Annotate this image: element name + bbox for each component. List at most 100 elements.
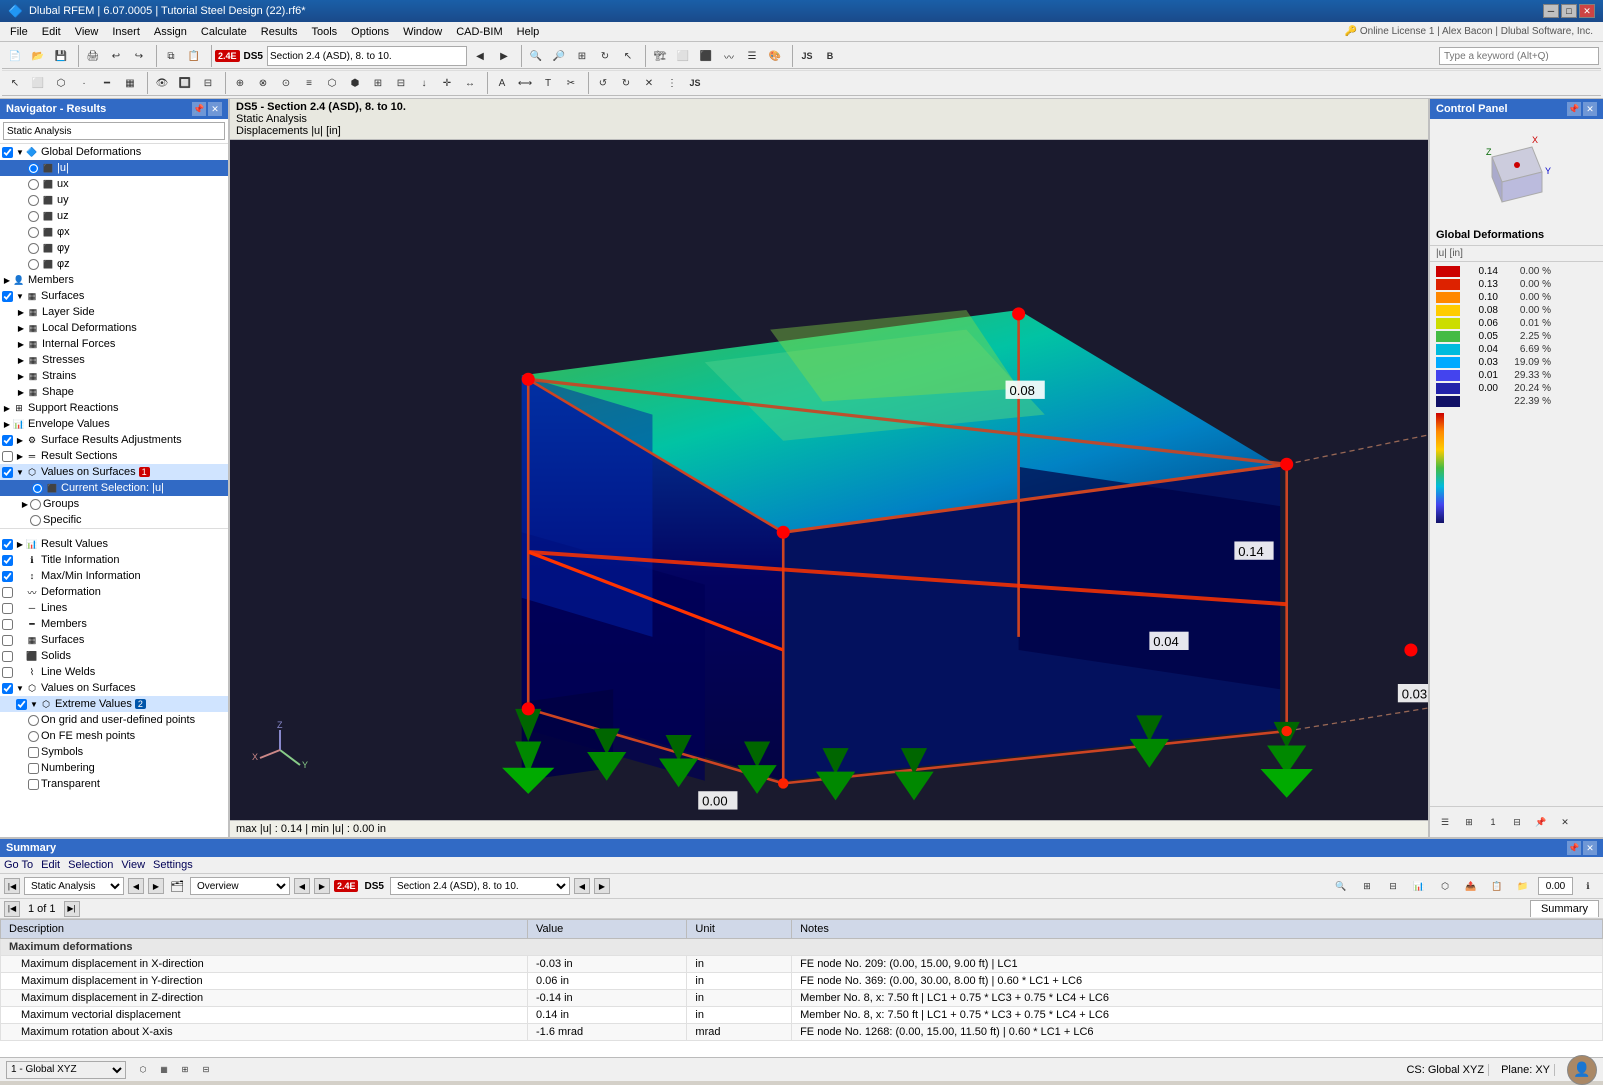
sb-btn-3[interactable]: ⊞ bbox=[176, 1061, 194, 1079]
nav-current-selection[interactable]: ⬛ Current Selection: |u| bbox=[0, 480, 228, 496]
tb-undo[interactable]: ↩ bbox=[105, 45, 127, 67]
nav-radio-ux[interactable] bbox=[28, 179, 39, 190]
tb-redo[interactable]: ↪ bbox=[128, 45, 150, 67]
tb2-more8[interactable]: ⊟ bbox=[390, 72, 412, 94]
tb-save[interactable]: 💾 bbox=[50, 45, 72, 67]
nav-symbols[interactable]: Symbols bbox=[0, 744, 228, 760]
nav-check-result-val[interactable] bbox=[2, 539, 13, 550]
nav-check-values-surf[interactable] bbox=[2, 467, 13, 478]
expander-support[interactable]: ▶ bbox=[2, 404, 12, 413]
tb2-more6[interactable]: ⬢ bbox=[344, 72, 366, 94]
cp-pin-button[interactable]: 📌 bbox=[1567, 102, 1581, 116]
menu-results[interactable]: Results bbox=[255, 24, 304, 40]
nav-uy[interactable]: ⬛ uy bbox=[0, 192, 228, 208]
nav-surfaces[interactable]: ▼ ▦ Surfaces bbox=[0, 288, 228, 304]
sum-btn-6[interactable]: 📤 bbox=[1460, 875, 1482, 897]
sum-btn-5[interactable]: ⬡ bbox=[1434, 875, 1456, 897]
nav-radio-specific[interactable] bbox=[30, 515, 41, 526]
menu-help[interactable]: Help bbox=[511, 24, 546, 40]
nav-specific[interactable]: Specific bbox=[0, 512, 228, 528]
cp-tb-4[interactable]: ⊟ bbox=[1506, 811, 1528, 833]
nav-result-values[interactable]: ▶ 📊 Result Values bbox=[0, 536, 228, 552]
expander-global-def[interactable]: ▼ bbox=[15, 148, 25, 157]
nav-radio-on-grid[interactable] bbox=[28, 715, 39, 726]
sum-nav-next3[interactable]: ▶ bbox=[594, 878, 610, 894]
nav-values-on-surfaces[interactable]: ▼ ⬡ Values on Surfaces 1 bbox=[0, 464, 228, 480]
nav-support-reactions[interactable]: ▶ ⊞ Support Reactions bbox=[0, 400, 228, 416]
bp-pin[interactable]: 📌 bbox=[1567, 841, 1581, 855]
sum-btn-export[interactable]: 📁 bbox=[1512, 875, 1534, 897]
nav-radio-u[interactable] bbox=[28, 163, 39, 174]
menu-cadbim[interactable]: CAD-BIM bbox=[450, 24, 508, 40]
nav-groups[interactable]: ▶ Groups bbox=[0, 496, 228, 512]
expander-internal-forces[interactable]: ▶ bbox=[16, 340, 26, 349]
nav-check-surface-adj[interactable] bbox=[2, 435, 13, 446]
menu-file[interactable]: File bbox=[4, 24, 34, 40]
sum-overview-select[interactable]: Overview bbox=[190, 877, 290, 895]
maximize-button[interactable]: □ bbox=[1561, 4, 1577, 18]
nav-search-input[interactable] bbox=[3, 122, 225, 140]
tb2-more7[interactable]: ⊞ bbox=[367, 72, 389, 94]
nav-line-welds[interactable]: ⌇ Line Welds bbox=[0, 664, 228, 680]
nav-members-top[interactable]: ▶ 👤 Members bbox=[0, 272, 228, 288]
tb2-redo2[interactable]: ↻ bbox=[615, 72, 637, 94]
nav-on-fe-mesh[interactable]: On FE mesh points bbox=[0, 728, 228, 744]
bt-edit[interactable]: Edit bbox=[41, 859, 60, 871]
nav-shape[interactable]: ▶ ▦ Shape bbox=[0, 384, 228, 400]
tb2-member[interactable]: ━ bbox=[96, 72, 118, 94]
nav-lines-lower[interactable]: ─ Lines bbox=[0, 600, 228, 616]
tb2-dim[interactable]: ⟷ bbox=[514, 72, 536, 94]
expander-surface-adj[interactable]: ▶ bbox=[15, 436, 25, 445]
sum-nav-prev2[interactable]: ◀ bbox=[294, 878, 310, 894]
sum-btn-4[interactable]: 📊 bbox=[1408, 875, 1430, 897]
nav-pin-button[interactable]: 📌 bbox=[192, 102, 206, 116]
tb-render[interactable]: 🏗 bbox=[649, 45, 671, 67]
cp-tb-2[interactable]: ⊞ bbox=[1458, 811, 1480, 833]
nav-transparent[interactable]: Transparent bbox=[0, 776, 228, 792]
expander-local-def[interactable]: ▶ bbox=[16, 324, 26, 333]
menu-edit[interactable]: Edit bbox=[36, 24, 67, 40]
tb-legend[interactable]: 🎨 bbox=[764, 45, 786, 67]
bp-close[interactable]: ✕ bbox=[1583, 841, 1597, 855]
nav-check-solids[interactable] bbox=[2, 651, 13, 662]
nav-title-info[interactable]: ℹ Title Information bbox=[0, 552, 228, 568]
nav-stresses[interactable]: ▶ ▦ Stresses bbox=[0, 352, 228, 368]
nav-close-button[interactable]: ✕ bbox=[208, 102, 222, 116]
nav-phix[interactable]: ⬛ φx bbox=[0, 224, 228, 240]
nav-radio-phiz[interactable] bbox=[28, 259, 39, 270]
nav-check-line-welds[interactable] bbox=[2, 667, 13, 678]
tb-solid[interactable]: ⬛ bbox=[695, 45, 717, 67]
expander-stresses[interactable]: ▶ bbox=[16, 356, 26, 365]
sum-btn-7[interactable]: 📋 bbox=[1486, 875, 1508, 897]
expander-envelope[interactable]: ▶ bbox=[2, 420, 12, 429]
expander-values-surf-l[interactable]: ▼ bbox=[15, 684, 25, 693]
keyword-search[interactable] bbox=[1439, 47, 1599, 65]
tb2-delete[interactable]: ✕ bbox=[638, 72, 660, 94]
cp-tb-3[interactable]: 1 bbox=[1482, 811, 1504, 833]
expander-result-sec[interactable]: ▶ bbox=[15, 452, 25, 461]
nav-members-lower[interactable]: ━ Members bbox=[0, 616, 228, 632]
nav-numbering[interactable]: Numbering bbox=[0, 760, 228, 776]
bt-selection[interactable]: Selection bbox=[68, 859, 113, 871]
tb2-more1[interactable]: ⊕ bbox=[229, 72, 251, 94]
cp-orientation-cube[interactable]: X Y Z bbox=[1430, 119, 1603, 225]
expander-groups[interactable]: ▶ bbox=[20, 500, 30, 509]
menu-view[interactable]: View bbox=[69, 24, 105, 40]
expander-values-surf[interactable]: ▼ bbox=[15, 468, 25, 477]
nav-check-title-info[interactable] bbox=[2, 555, 13, 566]
tb2-move[interactable]: ✛ bbox=[436, 72, 458, 94]
tb2-more2[interactable]: ⊗ bbox=[252, 72, 274, 94]
tb-print[interactable]: 🖨 bbox=[82, 45, 104, 67]
menu-window[interactable]: Window bbox=[397, 24, 448, 40]
tb2-arrow[interactable]: ↓ bbox=[413, 72, 435, 94]
sum-analysis-select[interactable]: Static Analysis bbox=[24, 877, 124, 895]
nav-check-lines[interactable] bbox=[2, 603, 13, 614]
tb-open[interactable]: 📂 bbox=[27, 45, 49, 67]
tb2-hide[interactable]: 🔲 bbox=[174, 72, 196, 94]
tb-paste[interactable]: 📋 bbox=[183, 45, 205, 67]
nav-values-surf-lower[interactable]: ▼ ⬡ Values on Surfaces bbox=[0, 680, 228, 696]
tb-select[interactable]: ↖ bbox=[617, 45, 639, 67]
expander-strains[interactable]: ▶ bbox=[16, 372, 26, 381]
cp-close2[interactable]: ✕ bbox=[1554, 811, 1576, 833]
menu-tools[interactable]: Tools bbox=[305, 24, 343, 40]
